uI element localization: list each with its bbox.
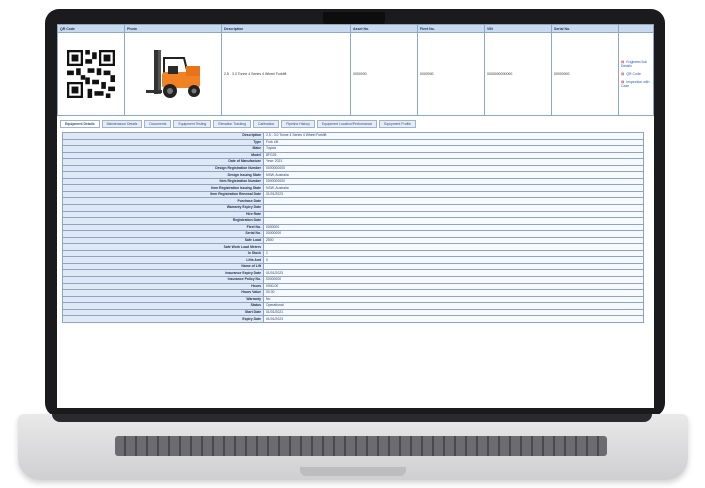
col-vin: VIN (484, 24, 552, 33)
tab-calibration[interactable]: Calibration (253, 120, 280, 128)
laptop-hinge (52, 414, 652, 422)
link-label: QR Code (626, 72, 641, 76)
col-actions (618, 24, 654, 33)
link-label: Inspection with Case (621, 80, 650, 88)
asset-header-table: QR Code Photo Description Asset No. Flee… (57, 24, 654, 116)
engineer-job-details-link[interactable]: ▤ Engineer/Job Details (621, 60, 651, 68)
col-description: Description (221, 24, 351, 33)
qr-code-link[interactable]: ▤ QR Code (621, 72, 651, 76)
screen: QR Code Photo Description Asset No. Flee… (57, 24, 654, 408)
forklift-photo (146, 50, 200, 98)
tab-equipment-profile[interactable]: Equipment Profile (379, 120, 416, 128)
vin-cell: 0000000000000 (484, 32, 552, 116)
details-key: Expiry Date (62, 315, 264, 323)
details-row: Expiry Date 01/01/2023 (62, 315, 644, 323)
inspection-link[interactable]: ▤ Inspection with Case (621, 80, 651, 88)
photo-cell (124, 32, 222, 116)
tab-elevation-tracking[interactable]: Elevation Tracking (213, 120, 252, 128)
col-asset-no: Asset No. (350, 24, 418, 33)
actions-cell: ▤ Engineer/Job Details ▤ QR Code ▤ Inspecti… (618, 32, 654, 116)
trackpad (300, 467, 406, 476)
col-qr-code: QR Code (57, 24, 125, 33)
tab-maintenance-details[interactable]: Maintenance Details (101, 120, 143, 128)
details-value: 01/01/2023 (263, 315, 644, 323)
fleet-no-cell: 0000000 (417, 32, 485, 116)
qr-code-cell (57, 32, 125, 116)
tab-equipment-location[interactable]: Equipment Location/Performance (316, 120, 378, 128)
link-label: Engineer/Job Details (621, 60, 647, 68)
description-cell: 2.5 - 3.0 Tonne 4 Series 4 Wheel Forklif… (221, 32, 351, 116)
tab-documents[interactable]: Documents (144, 120, 172, 128)
tab-equipment-details[interactable]: Equipment Details (60, 120, 100, 128)
keyboard (115, 436, 607, 456)
asset-no-cell: 0000000 (350, 32, 418, 116)
col-fleet-no: Fleet No. (417, 24, 485, 33)
tab-pipeline-history[interactable]: Pipeline History (281, 120, 315, 128)
equipment-details-table: Description 2.5 - 3.0 Tonne 4 Series 4 Wh… (62, 132, 644, 323)
serial-no-cell: 00000000 (551, 32, 619, 116)
col-photo: Photo (124, 24, 222, 33)
tab-equipment-testing[interactable]: Equipment Testing (173, 120, 212, 128)
tab-bar: Equipment Details Maintenance Details Do… (60, 120, 654, 128)
qr-code-icon[interactable] (67, 50, 115, 98)
document-icon: ▤ (621, 72, 625, 76)
col-serial-no: Serial No. (551, 24, 619, 33)
